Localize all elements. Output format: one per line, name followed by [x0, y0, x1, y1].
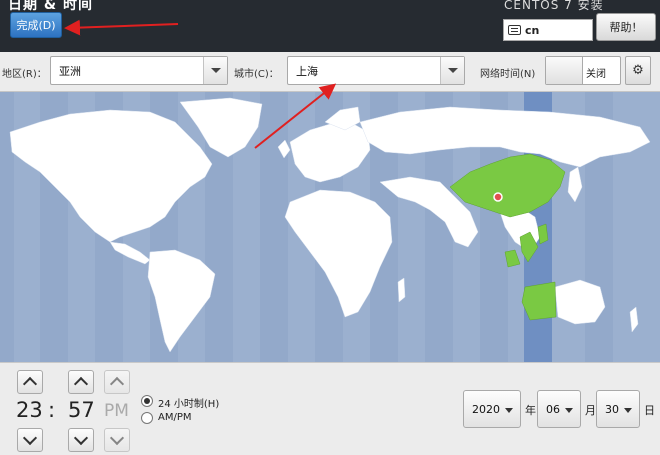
format-ampm-label: AM/PM: [158, 412, 192, 423]
month-unit: 月: [585, 404, 596, 417]
keyboard-layout-label: cn: [525, 23, 540, 37]
world-map-svg[interactable]: [0, 92, 660, 362]
keyboard-layout-indicator[interactable]: cn: [503, 19, 593, 41]
day-unit: 日: [644, 404, 655, 417]
shanghai-location-marker[interactable]: [493, 192, 503, 202]
city-combo[interactable]: 上海: [287, 56, 465, 85]
hour-down-button[interactable]: [17, 428, 43, 452]
ampm-down-button[interactable]: [104, 428, 130, 452]
hours-value: 23: [16, 398, 43, 422]
header-bar: 日期 & 时间 完成(D) CENTOS 7 安装 cn 帮助！: [0, 0, 660, 52]
keyboard-icon: [508, 25, 521, 35]
timezone-map[interactable]: [0, 92, 660, 362]
ntp-state: 关闭: [586, 69, 606, 80]
installer-title: CENTOS 7 安装: [504, 0, 604, 12]
chevron-down-icon: [505, 408, 513, 413]
format-24h-radio[interactable]: [141, 395, 153, 407]
month-combo[interactable]: 06: [537, 390, 581, 428]
year-unit: 年: [525, 404, 536, 417]
day-value: 30: [605, 403, 619, 416]
ntp-settings-button[interactable]: ⚙: [625, 56, 651, 85]
time-separator: :: [48, 398, 56, 422]
month-value: 06: [546, 403, 560, 416]
region-value: 亚洲: [59, 65, 81, 78]
ampm-value: PM: [104, 401, 129, 421]
minute-down-button[interactable]: [68, 428, 94, 452]
format-24h-label: 24 小时制(H): [158, 399, 220, 410]
chevron-down-icon: [565, 408, 573, 413]
ampm-up-button[interactable]: [104, 370, 130, 394]
ntp-label: 网络时间(N): [480, 69, 536, 80]
date-time-screen: 日期 & 时间 完成(D) CENTOS 7 安装 cn 帮助！ 地区(R)： …: [0, 0, 660, 455]
ntp-toggle[interactable]: 关闭: [545, 56, 621, 85]
region-combo[interactable]: 亚洲: [50, 56, 228, 85]
region-label: 地区(R)：: [2, 69, 47, 80]
minute-up-button[interactable]: [68, 370, 94, 394]
help-button[interactable]: 帮助！: [596, 13, 656, 41]
day-combo[interactable]: 30: [596, 390, 640, 428]
format-ampm-radio[interactable]: [141, 412, 153, 424]
done-button[interactable]: 完成(D): [10, 12, 62, 38]
year-combo[interactable]: 2020: [463, 390, 521, 428]
chevron-down-icon[interactable]: [440, 57, 464, 84]
city-label: 城市(C)：: [234, 69, 279, 80]
year-value: 2020: [472, 403, 500, 416]
chevron-down-icon[interactable]: [203, 57, 227, 84]
toggle-knob[interactable]: [546, 57, 583, 84]
chevron-down-icon: [624, 408, 632, 413]
hour-up-button[interactable]: [17, 370, 43, 394]
gear-icon: ⚙: [632, 63, 644, 78]
city-value: 上海: [296, 65, 318, 78]
minutes-value: 57: [68, 398, 95, 422]
